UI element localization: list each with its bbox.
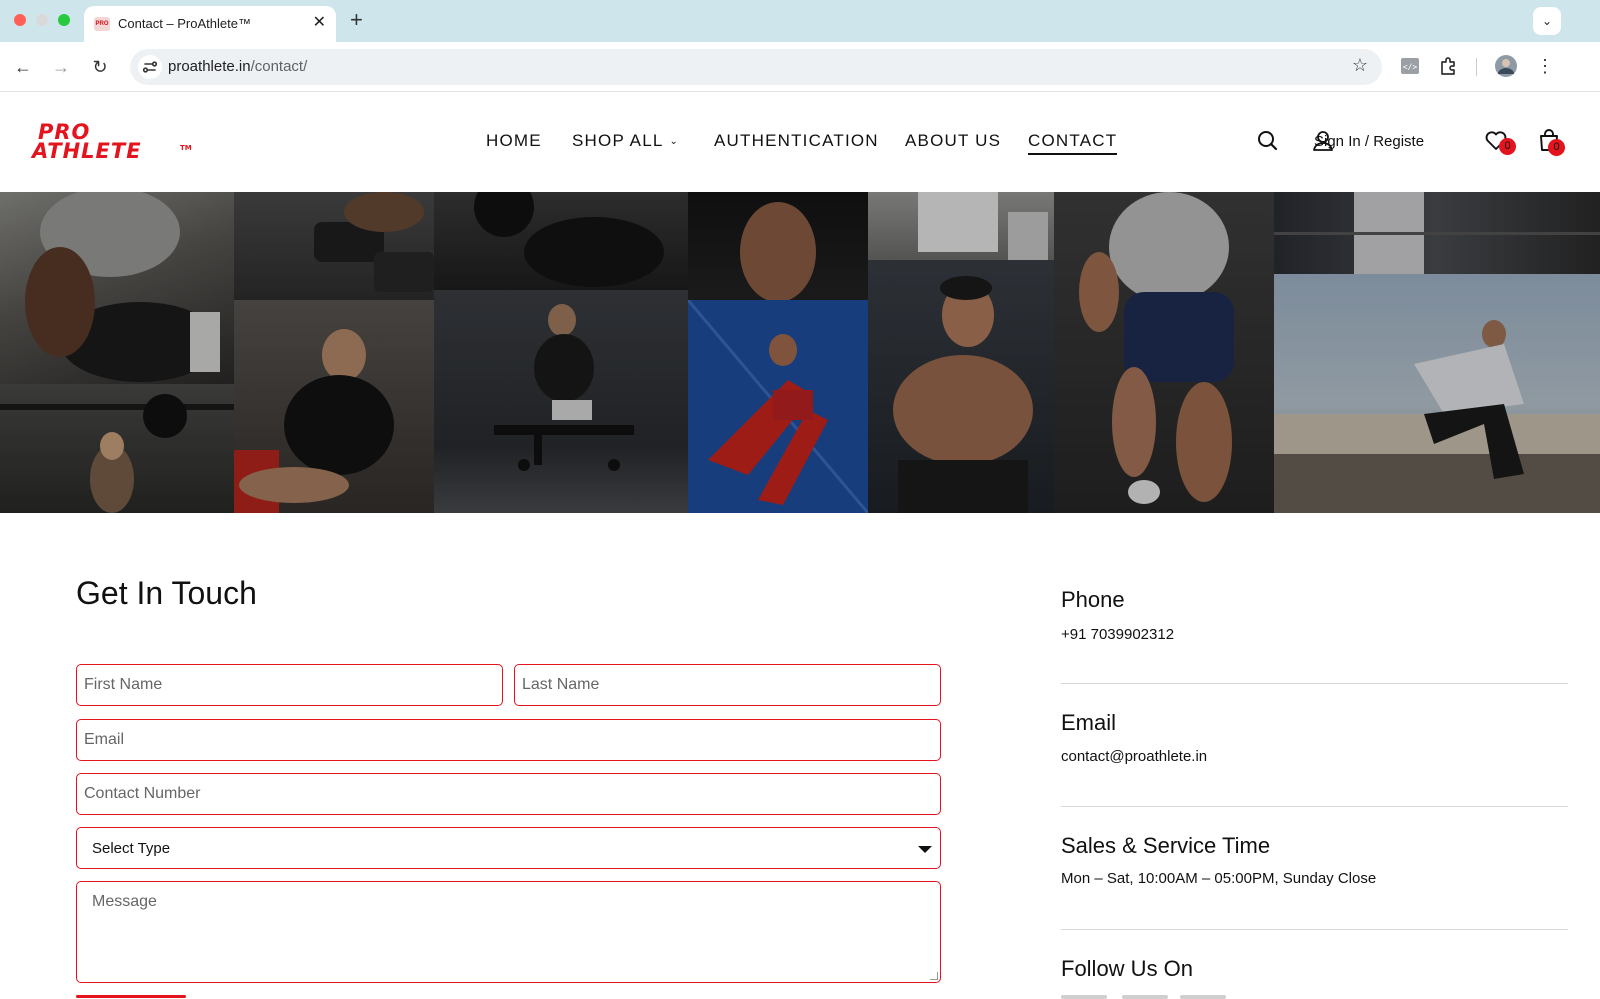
email-address[interactable]: contact@proathlete.in xyxy=(1061,748,1207,765)
reload-icon[interactable]: ↻ xyxy=(87,54,113,80)
social-icon-instagram[interactable] xyxy=(1122,995,1168,999)
nav-about-us[interactable]: ABOUT US xyxy=(905,131,1001,151)
phone-number[interactable]: +91 7039902312 xyxy=(1061,626,1174,643)
address-bar[interactable]: proathlete.in/contact/ ☆ xyxy=(130,49,1382,85)
social-icon-facebook[interactable] xyxy=(1061,995,1107,999)
close-window-button[interactable] xyxy=(14,14,26,26)
chevron-down-icon: ⌄ xyxy=(669,136,680,147)
social-icon-youtube[interactable] xyxy=(1180,995,1226,999)
new-tab-button[interactable]: + xyxy=(350,7,363,33)
last-name-field[interactable]: Last Name xyxy=(514,664,941,706)
search-icon[interactable] xyxy=(1255,128,1281,154)
dropdown-arrow-icon xyxy=(918,846,932,853)
profile-avatar[interactable] xyxy=(1494,54,1518,78)
browser-menu-icon[interactable]: ⋮ xyxy=(1533,54,1557,78)
contact-number-field[interactable]: Contact Number xyxy=(76,773,941,815)
minimize-window-button[interactable] xyxy=(36,14,48,26)
nav-home[interactable]: HOME xyxy=(486,131,542,151)
follow-heading: Follow Us On xyxy=(1061,956,1194,981)
tab-title: Contact – ProAthlete™ xyxy=(118,16,251,31)
nav-contact[interactable]: CONTACT xyxy=(1028,131,1118,155)
contact-section: Get In Touch First Name Last Name Email … xyxy=(0,513,1600,999)
nav-authentication[interactable]: AUTHENTICATION xyxy=(714,131,879,151)
first-name-field[interactable]: First Name xyxy=(76,664,503,706)
back-arrow-icon[interactable]: ← xyxy=(10,54,36,80)
hero-overlay xyxy=(0,192,1600,513)
devtools-extension-icon[interactable]: </> xyxy=(1398,54,1422,78)
extensions-puzzle-icon[interactable] xyxy=(1437,54,1461,78)
email-heading: Email xyxy=(1061,710,1117,735)
nav-shop-all[interactable]: SHOP ALL ⌄ xyxy=(572,131,679,151)
browser-tab-contact[interactable]: PRO Contact – ProAthlete™ ✕ xyxy=(84,6,336,42)
toolbar-divider xyxy=(1476,58,1477,76)
hours-heading: Sales & Service Time xyxy=(1061,833,1271,858)
message-textarea[interactable]: Message xyxy=(76,881,941,983)
hours-text: Mon – Sat, 10:00AM – 05:00PM, Sunday Clo… xyxy=(1061,870,1377,887)
hero-photo-collage xyxy=(0,192,1600,513)
info-divider xyxy=(1061,683,1568,684)
info-divider xyxy=(1061,806,1568,807)
proathlete-logo[interactable]: PRO ATHLETE TM xyxy=(32,122,194,164)
resize-handle-icon[interactable] xyxy=(930,972,938,980)
site-info-icon[interactable] xyxy=(138,55,162,79)
site-favicon-icon: PRO xyxy=(94,17,110,31)
bookmark-star-icon[interactable]: ☆ xyxy=(1352,55,1368,76)
tab-search-chevron-icon[interactable]: ⌄ xyxy=(1533,7,1561,35)
email-field[interactable]: Email xyxy=(76,719,941,761)
type-select[interactable]: Select Type xyxy=(76,827,941,869)
phone-heading: Phone xyxy=(1061,587,1125,612)
site-header: PRO ATHLETE TM HOME SHOP ALL ⌄ AUTHENTICA… xyxy=(0,92,1600,192)
info-divider xyxy=(1061,929,1568,930)
tab-close-icon[interactable]: ✕ xyxy=(313,14,326,32)
forward-arrow-icon[interactable]: → xyxy=(48,54,74,80)
browser-tab-strip: PRO Contact – ProAthlete™ ✕ + ⌄ xyxy=(0,0,1600,42)
sign-in-register-link[interactable]: Sign In / Registe xyxy=(1314,133,1424,150)
svg-text:</>: </> xyxy=(1403,63,1418,72)
form-title: Get In Touch xyxy=(76,575,257,611)
wishlist-count-badge: 0 xyxy=(1499,138,1516,155)
cart-count-badge: 0 xyxy=(1548,139,1565,156)
url-text: proathlete.in/contact/ xyxy=(168,58,308,75)
browser-toolbar: ← → ↻ proathlete.in/contact/ ☆ </> ⋮ xyxy=(0,42,1600,92)
maximize-window-button[interactable] xyxy=(58,14,70,26)
